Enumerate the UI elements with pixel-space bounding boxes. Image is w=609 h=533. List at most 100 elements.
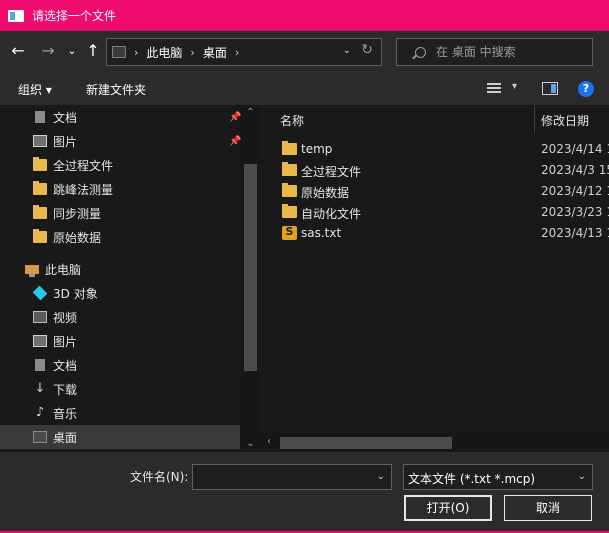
chevron-down-icon[interactable]: ▾ [512, 81, 517, 92]
chevron-down-icon[interactable]: ⌄ [578, 471, 586, 482]
file-row[interactable]: 自动化文件 2023/3/23 1 [261, 202, 609, 223]
picture-icon [33, 335, 47, 347]
navigation-pane: 文档 📌 图片 📌 全过程文件 跳峰法测量 同步测量 原始数据 此电脑 3D 对… [0, 105, 260, 452]
file-date: 2023/3/23 1 [541, 205, 609, 219]
music-icon: ♪ [35, 405, 45, 420]
video-icon [33, 311, 47, 323]
search-box[interactable] [396, 38, 593, 66]
document-icon [35, 359, 45, 371]
new-folder-button[interactable]: 新建文件夹 [86, 81, 146, 98]
scroll-down-icon[interactable]: ⌄ [241, 438, 260, 449]
chevron-right-icon[interactable]: › [190, 46, 194, 59]
file-row[interactable]: temp 2023/4/14 1 [261, 139, 609, 160]
computer-icon [25, 264, 39, 277]
file-row[interactable]: 原始数据 2023/4/12 1 [261, 181, 609, 202]
sidebar-item-documents-quick[interactable]: 文档 📌 [0, 105, 241, 129]
file-name: 全过程文件 [301, 165, 362, 179]
filetype-value: 文本文件 (*.txt *.mcp) [408, 472, 536, 486]
preview-pane-icon[interactable] [542, 82, 558, 95]
folder-icon [282, 204, 297, 218]
filename-combobox[interactable]: ⌄ [192, 464, 392, 490]
sidebar-item-downloads[interactable]: ↓ 下载 [0, 377, 240, 401]
view-options-icon[interactable] [487, 83, 501, 94]
file-row[interactable]: 全过程文件 2023/4/3 15 [261, 160, 609, 181]
download-icon: ↓ [34, 381, 46, 396]
column-header-name[interactable]: 名称 [280, 112, 304, 129]
sort-ascending-icon: ^ [400, 105, 409, 112]
chevron-down-icon[interactable]: ⌄ [377, 471, 385, 482]
forward-button[interactable]: → [38, 41, 58, 61]
navigation-scrollbar[interactable]: ⌃ ⌄ [241, 105, 260, 452]
folder-icon [282, 162, 297, 176]
sidebar-item-folder[interactable]: 全过程文件 [0, 153, 240, 177]
picture-icon [33, 135, 47, 147]
sidebar-item-pictures-quick[interactable]: 图片 📌 [0, 129, 241, 153]
filetype-select[interactable]: 文本文件 (*.txt *.mcp) ⌄ [403, 464, 593, 490]
sidebar-item-desktop[interactable]: 桌面 [0, 425, 240, 449]
file-date: 2023/4/3 15 [541, 163, 609, 177]
pin-icon[interactable]: 📌 [229, 112, 241, 123]
organize-menu[interactable]: 组织 ▾ [18, 81, 52, 98]
sidebar-item-folder[interactable]: 原始数据 [0, 225, 240, 249]
sidebar-item-label: 同步测量 [53, 206, 102, 221]
sidebar-item-label: 图片 [53, 134, 78, 149]
address-bar[interactable]: › 此电脑 › 桌面 › ⌄ ↻ [106, 38, 382, 66]
file-row[interactable]: S sas.txt 2023/4/13 1 [261, 223, 609, 244]
scrollbar-thumb[interactable] [244, 164, 257, 371]
breadcrumb-desktop[interactable]: 桌面 [203, 44, 227, 61]
search-icon [415, 46, 426, 58]
sidebar-item-3d-objects[interactable]: 3D 对象 [0, 281, 240, 305]
breadcrumb-this-pc[interactable]: 此电脑 [146, 44, 182, 61]
sidebar-item-label: 全过程文件 [53, 158, 114, 173]
app-icon [8, 9, 24, 22]
refresh-icon[interactable]: ↻ [361, 42, 373, 58]
document-icon [35, 111, 45, 123]
column-header-date[interactable]: 修改日期 [541, 112, 589, 129]
sidebar-item-label: 视频 [53, 310, 78, 325]
sidebar-item-videos[interactable]: 视频 [0, 305, 240, 329]
file-name: temp [301, 142, 333, 156]
open-button[interactable]: 打开(O) [404, 495, 492, 521]
search-input[interactable] [436, 45, 586, 59]
file-date: 2023/4/14 1 [541, 142, 609, 156]
sidebar-item-music[interactable]: ♪ 音乐 [0, 401, 240, 425]
up-button[interactable]: ↑ [83, 41, 103, 61]
file-name: 自动化文件 [301, 207, 362, 221]
file-name: 原始数据 [301, 186, 350, 200]
sidebar-item-folder[interactable]: 同步测量 [0, 201, 240, 225]
pin-icon[interactable]: 📌 [229, 136, 241, 147]
scroll-up-icon[interactable]: ⌃ [241, 107, 260, 118]
desktop-icon [33, 431, 47, 443]
chevron-right-icon[interactable]: › [235, 46, 239, 59]
sidebar-item-label: 桌面 [53, 430, 78, 445]
column-header-row: ^ 名称 修改日期 [261, 105, 609, 133]
sidebar-item-folder[interactable]: 跳峰法测量 [0, 177, 240, 201]
chevron-down-icon[interactable]: ⌄ [343, 45, 351, 56]
file-date: 2023/4/13 1 [541, 226, 609, 240]
filename-label: 文件名(N): [130, 470, 189, 484]
back-button[interactable]: ← [8, 41, 28, 61]
recent-locations-button[interactable]: ⌄ [62, 41, 82, 61]
file-name: sas.txt [301, 226, 342, 240]
navigation-bar: ← → ⌄ ↑ › 此电脑 › 桌面 › ⌄ ↻ [0, 31, 609, 73]
folder-icon [33, 205, 47, 219]
folder-icon [282, 141, 297, 155]
help-icon[interactable]: ? [578, 81, 594, 97]
sidebar-item-label: 跳峰法测量 [53, 182, 114, 197]
sidebar-item-label: 音乐 [53, 406, 78, 421]
filename-input[interactable] [193, 465, 373, 489]
folder-icon [282, 183, 297, 197]
scroll-left-icon[interactable]: ‹ [267, 436, 271, 447]
sidebar-item-pictures[interactable]: 图片 [0, 329, 240, 353]
sidebar-item-label: 文档 [53, 110, 78, 125]
scrollbar-thumb[interactable] [280, 437, 452, 449]
folder-icon [33, 229, 47, 243]
column-divider[interactable] [534, 105, 535, 133]
sidebar-item-label: 原始数据 [53, 230, 102, 245]
sidebar-item-documents[interactable]: 文档 [0, 353, 240, 377]
command-bar: 组织 ▾ 新建文件夹 ▾ ? [0, 73, 609, 105]
sidebar-item-this-pc[interactable]: 此电脑 [0, 257, 240, 281]
file-list-scrollbar[interactable]: ‹ [261, 434, 609, 452]
cancel-button[interactable]: 取消 [504, 495, 592, 521]
sidebar-item-label: 此电脑 [45, 262, 82, 277]
